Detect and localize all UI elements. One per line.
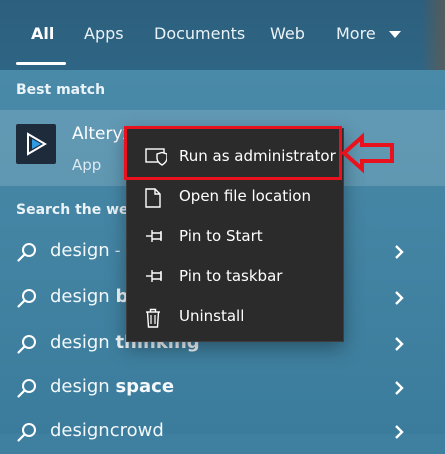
web-result-4[interactable]: designcrowd [0, 410, 445, 454]
search-icon [17, 379, 36, 398]
tab-more[interactable]: More [336, 24, 401, 44]
pin-icon [146, 270, 162, 282]
chevron-right-icon [395, 425, 404, 439]
highlight-box [124, 126, 342, 180]
web-result-text: design space [50, 376, 175, 397]
menu-item-label: Pin to Start [179, 227, 263, 245]
alteryx-app-icon [16, 124, 56, 164]
tab-documents[interactable]: Documents [154, 24, 245, 44]
web-result-text: design - S [50, 240, 136, 261]
menu-item-pin-to-start[interactable]: Pin to Start [127, 217, 343, 257]
pin-icon [146, 230, 162, 242]
chevron-down-icon [388, 30, 401, 38]
menu-item-label: Open file location [179, 187, 311, 205]
chevron-right-icon [395, 381, 404, 395]
search-icon [17, 335, 36, 354]
chevron-right-icon [395, 337, 404, 351]
web-result-text: designcrowd [50, 420, 164, 441]
best-match-app-kind: App [72, 156, 102, 174]
web-result-3[interactable]: design space [0, 366, 445, 410]
file-icon [145, 188, 161, 208]
tab-all[interactable]: All [31, 24, 54, 44]
search-web-heading: Search the web [16, 202, 139, 218]
arrow-left-icon [340, 132, 394, 174]
menu-item-pin-to-taskbar[interactable]: Pin to taskbar [127, 257, 343, 297]
tab-apps[interactable]: Apps [84, 24, 124, 44]
chevron-right-icon [395, 245, 404, 259]
search-icon [17, 289, 36, 308]
trash-icon [146, 308, 160, 328]
tab-web[interactable]: Web [270, 24, 305, 44]
chevron-right-icon [395, 291, 404, 305]
search-filter-tabs: All Apps Documents Web More [0, 0, 445, 70]
menu-item-label: Pin to taskbar [179, 267, 283, 285]
search-icon [17, 243, 36, 262]
tab-more-label: More [336, 24, 376, 43]
active-tab-indicator [16, 62, 66, 65]
search-icon [17, 423, 36, 442]
menu-item-label: Uninstall [179, 307, 245, 325]
best-match-heading: Best match [16, 82, 106, 98]
menu-item-open-file-location[interactable]: Open file location [127, 177, 343, 217]
menu-item-uninstall[interactable]: Uninstall [127, 297, 343, 337]
